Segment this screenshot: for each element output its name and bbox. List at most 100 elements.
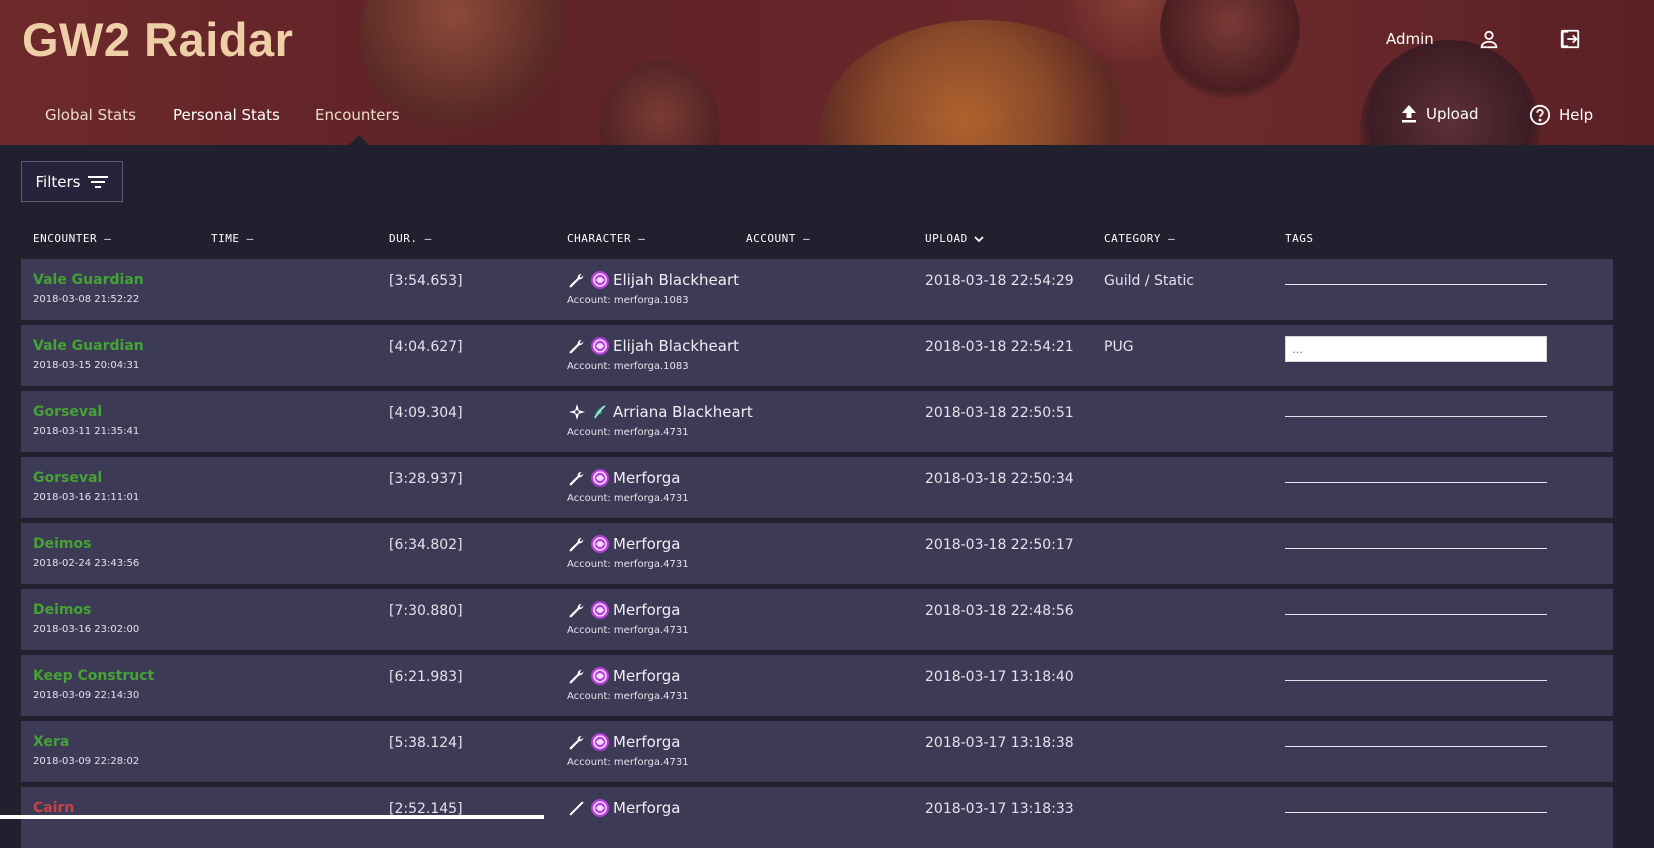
mesmer-icon bbox=[590, 600, 610, 620]
encounter-name[interactable]: Gorseval bbox=[33, 470, 102, 486]
encounter-name[interactable]: Vale Guardian bbox=[33, 272, 144, 288]
encounter-name[interactable]: Keep Construct bbox=[33, 668, 154, 684]
character-cell: Merforga bbox=[567, 798, 680, 818]
character-name: Merforga bbox=[613, 535, 681, 553]
encounter-duration: [6:21.983] bbox=[389, 669, 463, 685]
tags-field[interactable] bbox=[1285, 680, 1547, 681]
user-icon[interactable] bbox=[1478, 28, 1500, 54]
tags-field[interactable] bbox=[1285, 812, 1547, 813]
table-row[interactable]: Vale Guardian 2018-03-08 21:52:22 [3:54.65… bbox=[21, 259, 1613, 320]
upload-time: 2018-03-17 13:18:33 bbox=[925, 801, 1074, 817]
character-name: Arriana Blackheart bbox=[613, 403, 753, 421]
encounter-duration: [6:34.802] bbox=[389, 537, 463, 553]
character-cell: Merforga bbox=[567, 534, 680, 554]
tags-field[interactable] bbox=[1285, 548, 1547, 549]
character-name: Merforga bbox=[613, 799, 681, 817]
upload-time: 2018-03-18 22:50:34 bbox=[925, 471, 1074, 487]
encounter-name[interactable]: Deimos bbox=[33, 602, 91, 618]
column-header-time[interactable]: TIME – bbox=[211, 232, 254, 245]
column-header-duration[interactable]: DUR. – bbox=[389, 232, 432, 245]
compass-icon bbox=[567, 402, 587, 422]
horizontal-scrollbar[interactable] bbox=[0, 815, 544, 819]
account-name: Account: merforga.4731 bbox=[567, 691, 689, 702]
character-name: Merforga bbox=[613, 601, 681, 619]
character-cell: Merforga bbox=[567, 600, 680, 620]
filters-button[interactable]: Filters bbox=[21, 161, 123, 202]
ranger-icon bbox=[590, 402, 610, 422]
tags-field[interactable] bbox=[1285, 416, 1547, 417]
table-row[interactable]: Keep Construct 2018-03-09 22:14:30 [6:21.9… bbox=[21, 655, 1613, 716]
tab-encounters[interactable]: Encounters bbox=[315, 106, 400, 124]
banner-artwork bbox=[600, 60, 720, 145]
encounter-time: 2018-03-09 22:28:02 bbox=[33, 756, 140, 767]
character-name: Merforga bbox=[613, 469, 681, 487]
account-name: Account: merforga.1083 bbox=[567, 361, 689, 372]
wrench-icon bbox=[567, 270, 587, 290]
help-button[interactable]: Help bbox=[1529, 104, 1593, 126]
upload-time: 2018-03-18 22:48:56 bbox=[925, 603, 1074, 619]
encounter-name[interactable]: Vale Guardian bbox=[33, 338, 144, 354]
encounter-time: 2018-03-16 21:11:01 bbox=[33, 492, 140, 503]
upload-button[interactable]: Upload bbox=[1400, 104, 1479, 124]
encounter-duration: [5:38.124] bbox=[389, 735, 463, 751]
character-cell: Merforga bbox=[567, 666, 680, 686]
table-row[interactable]: Deimos 2018-03-16 23:02:00 [7:30.880] Merfo… bbox=[21, 589, 1613, 650]
category-value[interactable]: PUG bbox=[1104, 339, 1134, 355]
character-cell: Merforga bbox=[567, 732, 680, 752]
tab-personal-stats[interactable]: Personal Stats bbox=[173, 106, 280, 124]
tags-field[interactable] bbox=[1285, 284, 1547, 285]
filters-label: Filters bbox=[35, 172, 81, 191]
mesmer-icon bbox=[590, 534, 610, 554]
encounter-time: 2018-02-24 23:43:56 bbox=[33, 558, 140, 569]
table-row[interactable]: Gorseval 2018-03-11 21:35:41 [4:09.304] Arr… bbox=[21, 391, 1613, 452]
tags-field[interactable] bbox=[1285, 482, 1547, 483]
wrench-icon bbox=[567, 534, 587, 554]
column-header-upload[interactable]: UPLOAD bbox=[925, 232, 984, 245]
wrench-icon bbox=[567, 468, 587, 488]
character-cell: Elijah Blackheart bbox=[567, 270, 739, 290]
encounter-name[interactable]: Deimos bbox=[33, 536, 91, 552]
tags-input[interactable] bbox=[1285, 336, 1547, 362]
encounter-time: 2018-03-09 22:14:30 bbox=[33, 690, 140, 701]
tab-global-stats[interactable]: Global Stats bbox=[45, 106, 136, 124]
character-cell: Elijah Blackheart bbox=[567, 336, 739, 356]
column-header-category[interactable]: CATEGORY – bbox=[1104, 232, 1175, 245]
mesmer-icon bbox=[590, 336, 610, 356]
sword-icon bbox=[567, 798, 587, 818]
upload-time: 2018-03-18 22:50:17 bbox=[925, 537, 1074, 553]
active-tab-indicator bbox=[349, 135, 369, 145]
tags-field[interactable] bbox=[1285, 746, 1547, 747]
encounter-duration: [4:04.627] bbox=[389, 339, 463, 355]
character-name: Merforga bbox=[613, 733, 681, 751]
mesmer-icon bbox=[590, 666, 610, 686]
encounter-time: 2018-03-15 20:04:31 bbox=[33, 360, 140, 371]
encounter-name[interactable]: Gorseval bbox=[33, 404, 102, 420]
encounter-name[interactable]: Cairn bbox=[33, 800, 74, 816]
mesmer-icon bbox=[590, 270, 610, 290]
account-name: Account: merforga.4731 bbox=[567, 625, 689, 636]
logout-icon[interactable] bbox=[1559, 28, 1581, 54]
category-value[interactable]: Guild / Static bbox=[1104, 273, 1194, 289]
encounter-duration: [3:28.937] bbox=[389, 471, 463, 487]
table-row[interactable]: Xera 2018-03-09 22:28:02 [5:38.124] Merforg… bbox=[21, 721, 1613, 782]
account-name: Account: merforga.4731 bbox=[567, 427, 689, 438]
column-header-account[interactable]: ACCOUNT – bbox=[746, 232, 810, 245]
table-header: ENCOUNTER – TIME – DUR. – CHARACTER – AC… bbox=[21, 228, 1613, 250]
account-name: Account: merforga.4731 bbox=[567, 559, 689, 570]
table-row[interactable]: Deimos 2018-02-24 23:43:56 [6:34.802] Merfo… bbox=[21, 523, 1613, 584]
mesmer-icon bbox=[590, 798, 610, 818]
table-row[interactable]: Gorseval 2018-03-16 21:11:01 [3:28.937] Mer… bbox=[21, 457, 1613, 518]
column-header-encounter[interactable]: ENCOUNTER – bbox=[33, 232, 111, 245]
encounter-name[interactable]: Xera bbox=[33, 734, 69, 750]
table-row[interactable]: Vale Guardian 2018-03-15 20:04:31 [4:04.62… bbox=[21, 325, 1613, 386]
character-name: Merforga bbox=[613, 667, 681, 685]
admin-link[interactable]: Admin bbox=[1386, 30, 1434, 48]
tags-field[interactable] bbox=[1285, 614, 1547, 615]
banner-artwork bbox=[1160, 0, 1300, 100]
upload-time: 2018-03-17 13:18:38 bbox=[925, 735, 1074, 751]
account-name: Account: merforga.4731 bbox=[567, 757, 689, 768]
upload-label: Upload bbox=[1426, 105, 1479, 123]
wrench-icon bbox=[567, 336, 587, 356]
app-logo[interactable]: GW2 Raidar bbox=[22, 12, 293, 67]
column-header-character[interactable]: CHARACTER – bbox=[567, 232, 645, 245]
